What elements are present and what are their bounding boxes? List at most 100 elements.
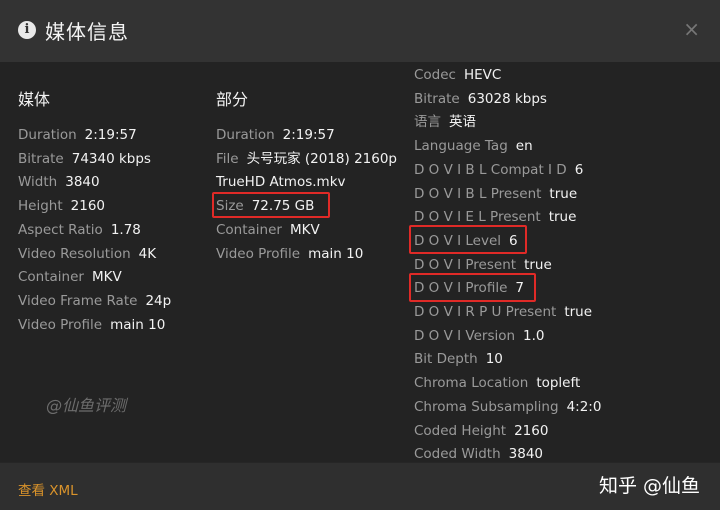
media-value: MKV [91,269,122,286]
media-value: 3840 [65,174,100,191]
part-heading: 部分 [216,90,249,109]
media-label: Height [18,198,63,215]
stream-row: Chroma Location topleft [414,372,601,396]
stream-row: Codec HEVC [414,64,601,88]
stream-value: true [564,304,593,321]
stream-value: true [548,209,577,226]
stream-value: 英语 [449,114,476,131]
media-row: Video Resolution 4K [18,243,171,267]
part-row-duration: Duration 2:19:57 [216,124,397,148]
media-row: Duration 2:19:57 [18,124,171,148]
stream-row: 语言 英语 [414,111,601,135]
stream-row: Bit Depth 10 [414,348,601,372]
stream-value: 63028 kbps [467,90,547,107]
part-label: File [216,150,239,167]
part-row-file: File 头号玩家 (2018) 2160p [216,148,397,172]
part-row-profile: Video Profile main 10 [216,243,397,267]
media-label: Width [18,174,58,191]
stream-row: D O V I Present true [414,254,601,278]
stream-label: D O V I Profile [414,280,508,297]
media-label: Video Resolution [18,245,131,262]
stream-row: D O V I E L Present true [414,206,601,230]
stream-label: Chroma Location [414,375,529,392]
stream-value: 6 [574,161,584,178]
stream-row: Bitrate 63028 kbps [414,88,601,112]
file-name-line1: 头号玩家 (2018) 2160p [246,150,397,167]
dovi-level-value: 6 [509,232,518,249]
stream-label: Codec [414,67,456,83]
media-heading: 媒体 [18,90,51,109]
media-section: 媒体 Duration 2:19:57 Bitrate 74340 kbps Wid… [18,86,171,337]
part-row-size: Size 72.75 GB [216,195,397,219]
file-name-line2: TrueHD Atmos.mkv [216,174,346,191]
stream-value: 4:2:0 [566,398,602,415]
part-row-container: Container MKV [216,219,397,243]
stream-value: 3840 [508,446,544,463]
watermark-text: @仙鱼评测 [46,396,127,415]
media-label: Video Frame Rate [18,292,138,309]
stream-value: 10 [485,351,503,368]
media-label: Aspect Ratio [18,221,103,238]
media-row: Aspect Ratio 1.78 [18,219,171,243]
view-xml-link[interactable]: 查看 XML [18,479,78,499]
stream-row: D O V I Version 1.0 [414,325,601,349]
stream-row: D O V I B L Present true [414,183,601,207]
stream-label: D O V I B L Present [414,185,542,202]
stream-label: Bitrate [414,90,460,107]
media-label: Bitrate [18,150,64,167]
stream-label: Language Tag [414,138,508,155]
stream-label: D O V I B L Compat I D [414,161,567,178]
stream-value: topleft [536,375,581,392]
dialog-title: 媒体信息 [45,20,129,44]
stream-label: 语言 [414,114,441,131]
stream-label: Coded Width [414,446,501,463]
stream-label: Bit Depth [414,351,478,368]
close-icon[interactable]: × [683,17,700,41]
stream-value: HEVC [463,67,502,83]
media-value: main 10 [110,316,166,333]
media-row: Width 3840 [18,171,171,195]
stream-value: true [524,256,552,273]
media-value: 1.78 [110,221,141,238]
stream-label: D O V I E L Present [414,209,541,226]
part-label: Container [216,221,282,238]
media-row: Video Frame Rate 24p [18,290,171,314]
media-value: 74340 kbps [71,150,151,167]
file-size-value: 72.75 GB [251,198,315,215]
media-value: 2:19:57 [84,127,137,143]
media-label: Video Profile [18,316,103,333]
part-label: Duration [216,127,275,143]
stream-row: Chroma Subsampling 4:2:0 [414,396,601,420]
stream-label: D O V I R P U Present [414,304,557,321]
stream-row: D O V I R P U Present true [414,301,601,325]
stream-section: Codec HEVC Bitrate 63028 kbps 语言 英语 Languag… [414,64,601,467]
part-label: Video Profile [216,245,301,262]
stream-label: Coded Height [414,422,507,439]
info-icon: i [18,21,36,39]
part-section: 部分 Duration 2:19:57 File 头号玩家 (2018) 2160p… [216,86,397,266]
dialog-header: i 媒体信息 × [0,0,720,63]
stream-row: Coded Height 2160 [414,420,601,444]
media-value: 2160 [70,198,105,215]
media-label: Container [18,269,84,286]
media-row: Video Profile main 10 [18,314,171,338]
stream-value: en [515,138,533,155]
stream-row-dovi-profile: D O V I Profile 7 [414,277,601,301]
part-row-file-cont: TrueHD Atmos.mkv [216,171,397,195]
dialog-footer: 查看 XML 知乎 @仙鱼 [0,462,720,510]
stream-value: 1.0 [523,327,545,344]
media-row: Height 2160 [18,195,171,219]
dialog-content: 媒体 Duration 2:19:57 Bitrate 74340 kbps Wid… [0,62,720,462]
stream-label: D O V I Version [414,327,516,344]
stream-value: 2160 [514,422,549,439]
media-row: Container MKV [18,266,171,290]
stream-label: D O V I Level [414,232,502,249]
stream-value: true [549,185,578,202]
stream-label: Chroma Subsampling [414,398,559,415]
dovi-profile-value: 7 [515,280,524,297]
stream-label: D O V I Present [414,256,517,273]
part-label: Size [216,198,244,215]
stream-row: D O V I B L Compat I D 6 [414,159,601,183]
part-value: main 10 [308,245,364,262]
part-value: 2:19:57 [282,127,335,143]
